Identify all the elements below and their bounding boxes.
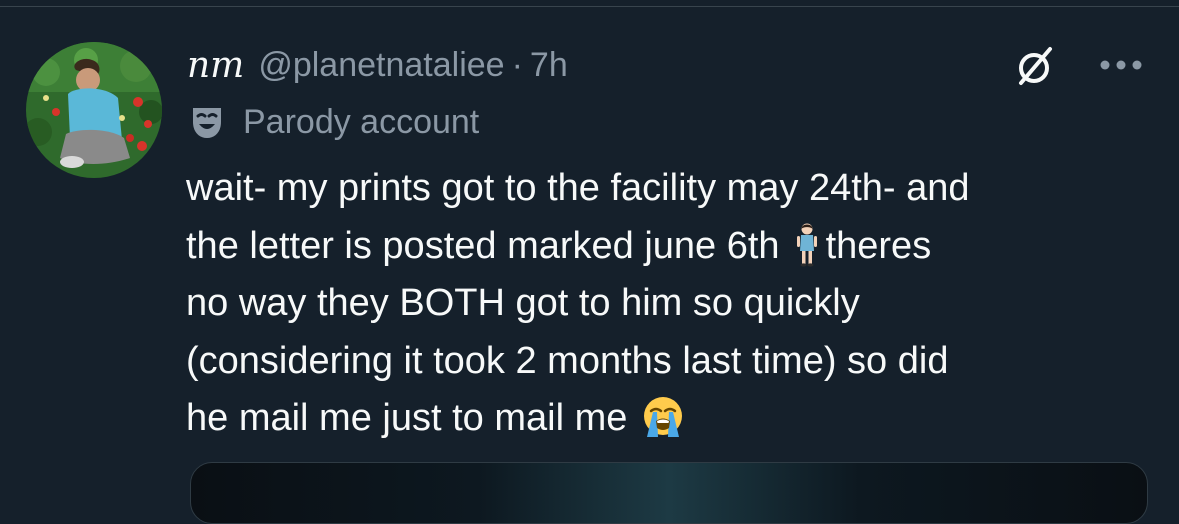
avatar[interactable] — [26, 42, 162, 178]
tweet-text: wait- my prints got to the facility may … — [186, 160, 1176, 448]
display-name[interactable]: nm — [187, 45, 244, 86]
tweet-text-line: wait- my prints got to the facility may … — [186, 160, 1176, 218]
more-icon[interactable] — [1098, 50, 1144, 80]
tweet-text-line: he mail me just to mail me — [186, 390, 1176, 448]
tweet-text-segment: he mail me just to mail me — [186, 397, 628, 439]
top-divider — [0, 6, 1179, 7]
parody-label-row: Parody account — [187, 100, 479, 144]
tweet-text-segment: (considering it took 2 months last time)… — [186, 339, 949, 382]
post-time[interactable]: 7h — [530, 46, 568, 85]
tweet-text-segment: the letter is posted marked june 6th — [186, 224, 780, 267]
media-preview[interactable] — [190, 462, 1148, 524]
theater-mask-icon — [193, 108, 221, 138]
grok-icon[interactable] — [1012, 44, 1056, 88]
tweet-text-line: (considering it took 2 months last time)… — [186, 333, 1176, 391]
tweet-text-segment: no way they BOTH got to him so quickly — [186, 282, 860, 324]
separator-dot: · — [511, 45, 523, 84]
tweet-text-segment: theres — [825, 224, 932, 267]
loudly-crying-face-emoji — [641, 395, 685, 457]
tweet-text-line: no way they BOTH got to him so quickly — [186, 275, 1176, 333]
user-handle[interactable]: @planetnataliee — [258, 46, 504, 85]
tweet-text-segment: wait- my prints got to the facility may … — [186, 167, 970, 209]
tweet-text-line: the letter is posted marked june 6th the… — [186, 218, 1176, 276]
tweet-header: nm @planetnataliee · 7h — [187, 40, 568, 90]
parody-account-label: Parody account — [243, 102, 480, 141]
